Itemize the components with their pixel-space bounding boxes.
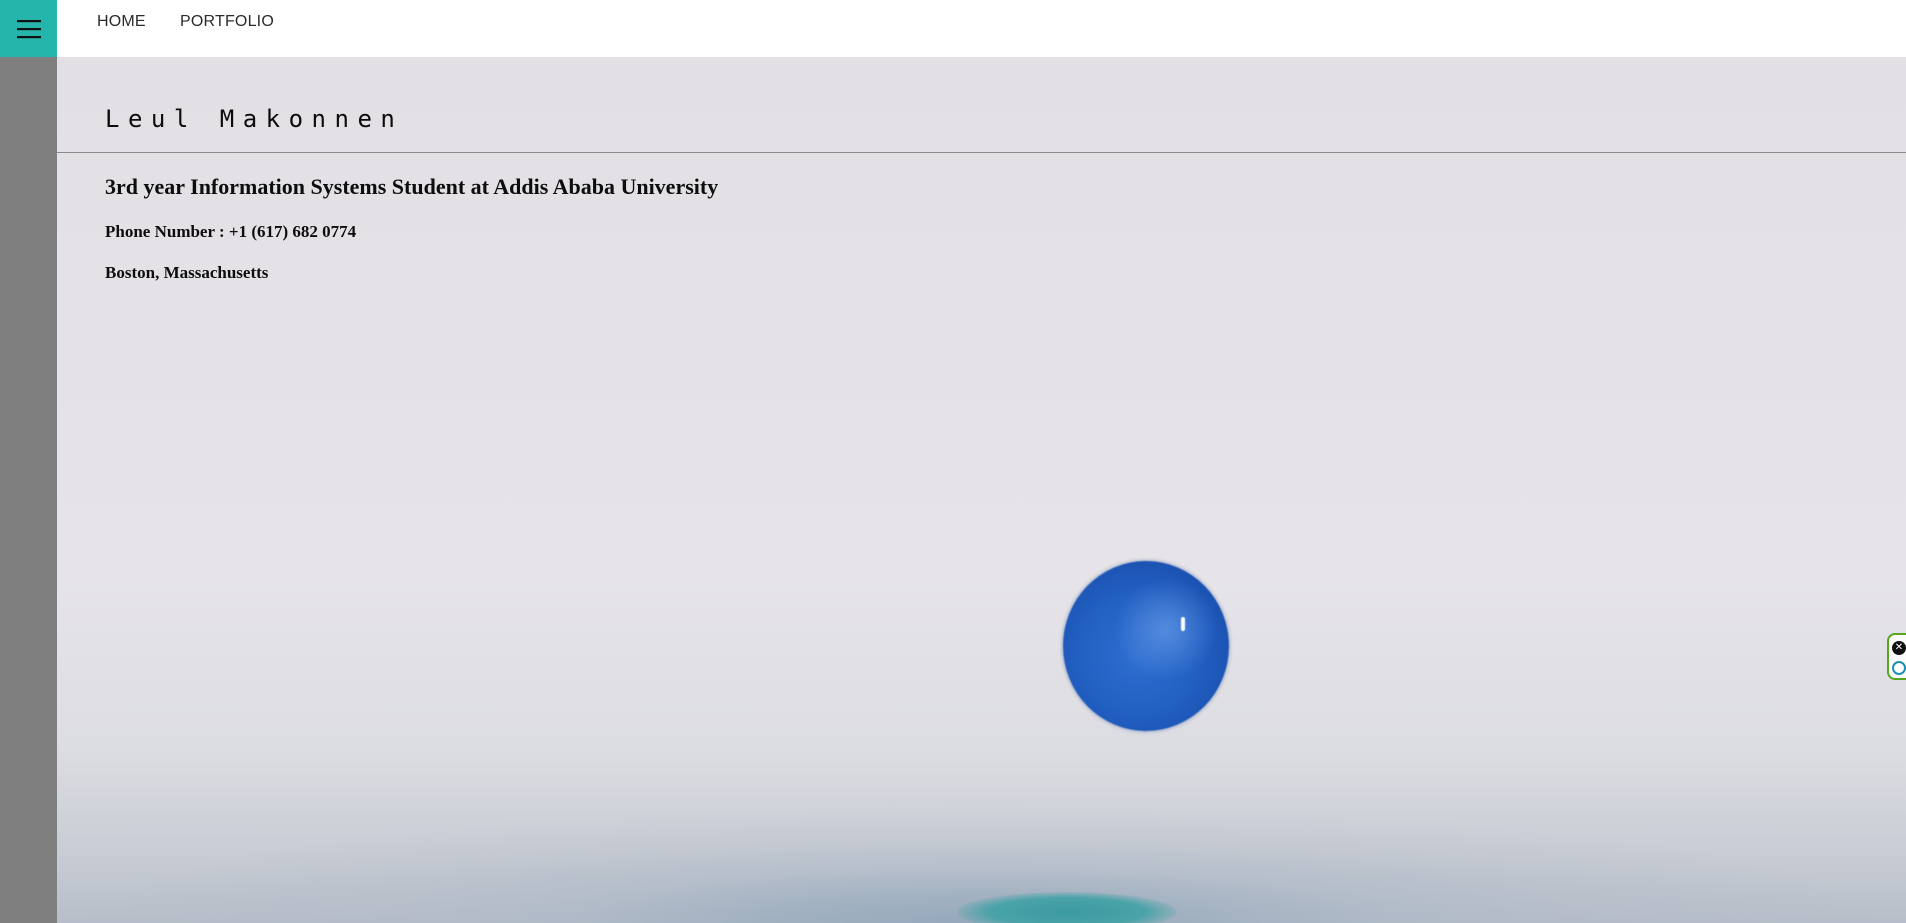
extension-logo-icon[interactable] (1892, 661, 1906, 675)
menu-button[interactable] (0, 0, 57, 57)
title-divider (57, 152, 1906, 153)
extension-widget: ✕ (1887, 633, 1906, 680)
location-text: Boston, Massachusetts (105, 263, 269, 282)
sidebar (0, 0, 57, 923)
water-droplet-image (1063, 561, 1229, 731)
close-icon[interactable]: ✕ (1892, 641, 1906, 655)
page-title: Leul Makonnen (105, 105, 404, 133)
hero-subtitle: 3rd year Information Systems Student at … (105, 174, 719, 199)
phone-number: Phone Number : +1 (617) 682 0774 (105, 222, 357, 241)
droplet-highlight (1181, 617, 1185, 631)
nav-home-link[interactable]: HOME (97, 13, 146, 31)
hamburger-menu-icon (16, 19, 41, 38)
nav-portfolio-link[interactable]: PORTFOLIO (180, 13, 274, 31)
hero-section: Leul Makonnen 3rd year Information Syste… (57, 57, 1906, 923)
top-nav-bar: HOME PORTFOLIO (57, 0, 1906, 57)
